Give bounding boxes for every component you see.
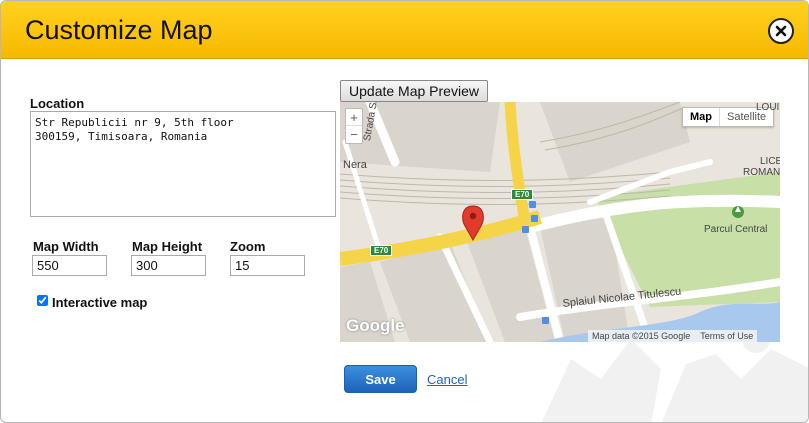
close-button[interactable] [768, 18, 794, 44]
map-height-label: Map Height [132, 239, 203, 254]
dialog-title: Customize Map [25, 15, 213, 45]
location-label: Location [30, 96, 85, 111]
zoom-in-button[interactable]: + [346, 109, 362, 126]
update-map-preview-button[interactable]: Update Map Preview [340, 80, 488, 102]
interactive-map-label: Interactive map [52, 295, 148, 310]
map-width-input[interactable] [32, 255, 107, 276]
zoom-out-button[interactable]: − [346, 126, 362, 143]
road-tag-e70-top: E70 [511, 189, 534, 200]
zoom-input[interactable] [230, 255, 305, 276]
map-attribution: Map data ©2015 Google Terms of Use [588, 330, 758, 342]
terms-of-use-link[interactable]: Terms of Use [700, 330, 753, 342]
road-tag-e70-left: E70 [370, 245, 393, 256]
google-logo: Google [346, 316, 405, 335]
map-zoom-control: + − [345, 108, 363, 144]
map-data-text: Map data ©2015 Google [592, 331, 691, 341]
map-preview[interactable]: + − Map Satellite Strada Sir Nera LOUIS … [340, 102, 780, 342]
cancel-link[interactable]: Cancel [427, 372, 467, 387]
interactive-map-checkbox[interactable] [37, 295, 48, 306]
close-icon [775, 25, 787, 37]
map-type-map-button[interactable]: Map [683, 108, 720, 126]
map-height-input[interactable] [131, 255, 206, 276]
map-label-parcul: Parcul Central [704, 224, 768, 235]
map-label-louis: LOUIS [756, 102, 780, 113]
map-width-label: Map Width [33, 239, 99, 254]
map-label-roman: ROMAN [743, 167, 780, 178]
map-label-nera: Nera [343, 159, 367, 171]
park-tree-icon [732, 206, 744, 218]
location-textarea[interactable]: Str Republicii nr 9, 5th floor 300159, T… [30, 111, 336, 217]
save-button[interactable]: Save [344, 365, 417, 393]
map-tiles [340, 102, 780, 342]
map-label-liceu: LICE [760, 156, 780, 167]
zoom-label: Zoom [230, 239, 266, 254]
customize-map-dialog: Customize Map Location Str Republicii nr… [0, 0, 809, 423]
dialog-header: Customize Map [1, 1, 808, 59]
